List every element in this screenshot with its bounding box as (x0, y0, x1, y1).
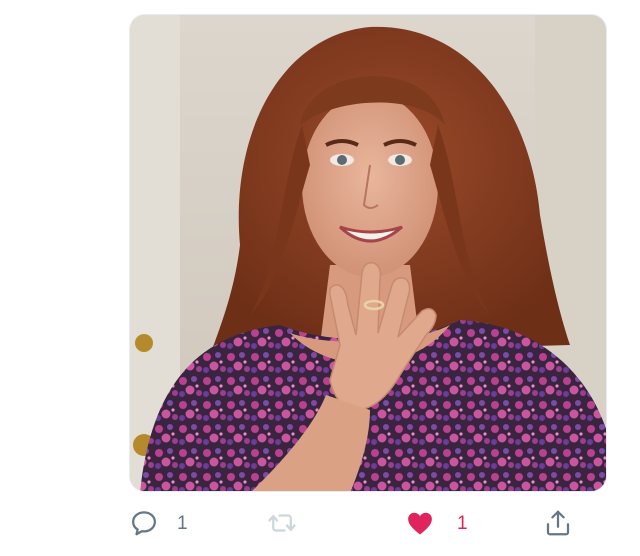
share-button[interactable] (543, 500, 591, 546)
photo-image (130, 15, 606, 491)
reply-button[interactable]: 1 (129, 500, 188, 546)
like-count: 1 (457, 512, 468, 534)
tweet: 1 1 (0, 0, 640, 556)
tweet-actions-bar: 1 1 (129, 500, 607, 546)
share-icon (543, 508, 573, 538)
retweet-button[interactable] (267, 500, 315, 546)
like-button[interactable]: 1 (405, 500, 468, 546)
reply-icon (129, 508, 159, 538)
reply-count: 1 (177, 512, 188, 534)
tweet-photo[interactable] (129, 14, 607, 492)
retweet-icon (267, 508, 297, 538)
heart-icon (405, 508, 435, 538)
